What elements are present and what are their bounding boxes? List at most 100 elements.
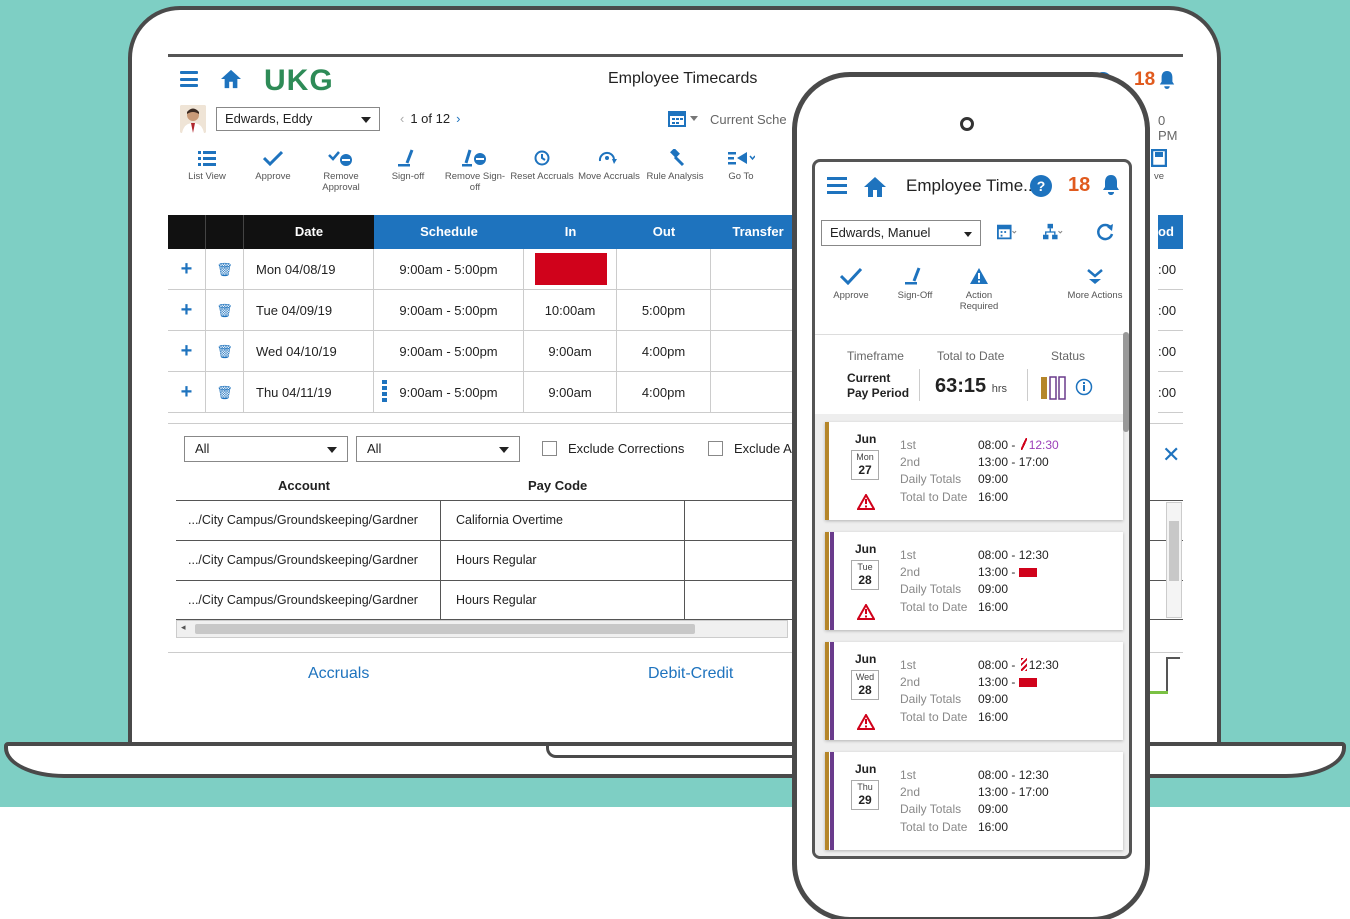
- check-icon: [263, 150, 283, 166]
- row-out[interactable]: 5:00pm: [617, 290, 711, 331]
- approve-button[interactable]: Approve: [821, 262, 881, 301]
- row-out[interactable]: 4:00pm: [617, 372, 711, 413]
- grid-header-transfer[interactable]: Transfer: [711, 215, 805, 249]
- org-chart-icon[interactable]: [1043, 222, 1063, 242]
- close-icon[interactable]: ✕: [1162, 442, 1180, 468]
- row-out[interactable]: [617, 249, 711, 290]
- go-to-button[interactable]: Go To: [708, 145, 774, 182]
- phone-page-title: Employee Time...: [906, 176, 1038, 195]
- approve-button[interactable]: Approve: [240, 145, 306, 182]
- add-row-icon[interactable]: +: [168, 249, 206, 290]
- exclude-corrections-label: Exclude Corrections: [568, 441, 685, 456]
- add-row-icon[interactable]: +: [168, 290, 206, 331]
- grid-header-in[interactable]: In: [524, 215, 617, 249]
- row-transfer[interactable]: [711, 290, 805, 331]
- bell-icon[interactable]: [1158, 70, 1176, 90]
- trash-icon[interactable]: 🗑: [206, 372, 244, 413]
- timeframe-value[interactable]: Current Pay Period: [847, 371, 909, 401]
- row-schedule[interactable]: 9:00am - 5:00pm: [374, 372, 524, 413]
- row-schedule[interactable]: 9:00am - 5:00pm: [374, 290, 524, 331]
- row-transfer[interactable]: [711, 249, 805, 290]
- calendar-icon[interactable]: [668, 109, 686, 127]
- employee-name: Edwards, Manuel: [830, 225, 931, 240]
- calendar-icon[interactable]: [997, 222, 1017, 242]
- more-actions-icon: [1087, 269, 1103, 284]
- move-accruals-button[interactable]: Move Accruals: [576, 145, 642, 182]
- scroll-left-icon[interactable]: ◂: [181, 622, 186, 633]
- remove-sign-off-button[interactable]: Remove Sign-off: [442, 145, 508, 193]
- prev-employee-icon[interactable]: ‹: [400, 111, 404, 126]
- row-schedule[interactable]: 9:00am - 5:00pm: [374, 331, 524, 372]
- row-in[interactable]: 9:00am: [524, 372, 617, 413]
- add-row-icon[interactable]: +: [168, 372, 206, 413]
- action-required-button[interactable]: Action Required: [949, 262, 1009, 312]
- reset-icon: [534, 150, 550, 166]
- trash-icon[interactable]: 🗑: [206, 331, 244, 372]
- row-out[interactable]: 4:00pm: [617, 331, 711, 372]
- chevron-down-icon: [361, 117, 371, 123]
- phone-employee-select[interactable]: Edwards, Manuel: [821, 220, 981, 246]
- timeframe-label[interactable]: Current Sche: [710, 112, 787, 127]
- sign-off-button[interactable]: Sign-off: [375, 145, 441, 182]
- exclude-corrections-checkbox[interactable]: [542, 441, 557, 456]
- row-transfer[interactable]: [711, 331, 805, 372]
- tab-accruals[interactable]: Accruals: [308, 665, 369, 683]
- trash-icon[interactable]: 🗑: [206, 290, 244, 331]
- row-in[interactable]: 10:00am: [524, 290, 617, 331]
- home-icon[interactable]: [220, 69, 242, 89]
- list-view-button[interactable]: List View: [174, 145, 240, 182]
- tab-debit-credit[interactable]: Debit-Credit: [648, 665, 733, 683]
- grid-header-date[interactable]: Date: [244, 215, 374, 249]
- ukg-logo: UKG: [264, 64, 334, 97]
- row-schedule[interactable]: 9:00am - 5:00pm: [374, 249, 524, 290]
- notification-count[interactable]: 18: [1068, 174, 1090, 197]
- row-transfer[interactable]: [711, 372, 805, 413]
- info-icon[interactable]: [1075, 378, 1093, 396]
- next-employee-icon[interactable]: ›: [456, 111, 460, 126]
- rule-analysis-button[interactable]: Rule Analysis: [642, 145, 708, 182]
- sign-off-button[interactable]: Sign-Off: [885, 262, 945, 301]
- remove-approval-icon: [328, 151, 352, 166]
- grid-header-out[interactable]: Out: [617, 215, 711, 249]
- goto-icon: [728, 152, 755, 165]
- day-card[interactable]: Jun Mon 27 1st 2nd Daily Totals Total to …: [825, 422, 1123, 520]
- remove-approval-button[interactable]: Remove Approval: [308, 145, 374, 193]
- reset-accruals-button[interactable]: Reset Accruals: [509, 145, 575, 182]
- horizontal-scrollbar[interactable]: ◂: [176, 620, 788, 638]
- add-row-icon[interactable]: +: [168, 331, 206, 372]
- help-icon[interactable]: ?: [1030, 175, 1052, 197]
- card-month: Jun: [855, 652, 877, 666]
- calendar-caret-icon[interactable]: [690, 116, 698, 121]
- more-actions-button[interactable]: More Actions: [1065, 262, 1125, 301]
- schedule-detail-icon[interactable]: [382, 380, 387, 402]
- vertical-scrollbar[interactable]: [1166, 502, 1182, 618]
- card-date-box: Mon 27: [851, 450, 879, 480]
- row-in[interactable]: 9:00am: [524, 331, 617, 372]
- hamburger-menu-icon[interactable]: [180, 71, 198, 87]
- employee-select[interactable]: Edwards, Eddy: [216, 107, 380, 131]
- signoff-icon: [905, 267, 921, 285]
- refresh-icon[interactable]: [1095, 222, 1115, 242]
- day-card[interactable]: Jun Thu 29 1st 2nd Daily Totals Total to …: [825, 752, 1123, 850]
- warning-icon: [970, 268, 988, 284]
- grid-header-schedule[interactable]: Schedule: [374, 215, 524, 249]
- notification-count[interactable]: 18: [1134, 69, 1155, 91]
- hamburger-menu-icon[interactable]: [827, 177, 847, 198]
- home-icon[interactable]: [863, 176, 887, 198]
- check-icon: [840, 267, 862, 285]
- day-card[interactable]: Jun Tue 28 1st 2nd Daily Totals Total to …: [825, 532, 1123, 630]
- trash-icon[interactable]: 🗑: [206, 249, 244, 290]
- phone-scrollbar[interactable]: [1123, 332, 1129, 432]
- day-card-list: Jun Mon 27 1st 2nd Daily Totals Total to …: [815, 414, 1129, 856]
- paycode-column-header[interactable]: Pay Code: [528, 478, 587, 493]
- card-month: Jun: [855, 762, 877, 776]
- day-card[interactable]: Jun Wed 28 1st 2nd Daily Totals Total to …: [825, 642, 1123, 740]
- account-column-header[interactable]: Account: [278, 478, 330, 493]
- filter-select-2[interactable]: All: [356, 436, 520, 462]
- bell-icon[interactable]: [1101, 174, 1121, 196]
- exclude-other-checkbox[interactable]: [708, 441, 723, 456]
- status-indicator[interactable]: [1041, 375, 1101, 406]
- row-in-missing[interactable]: [524, 249, 617, 290]
- list-icon: [198, 151, 216, 166]
- filter-select-1[interactable]: All: [184, 436, 348, 462]
